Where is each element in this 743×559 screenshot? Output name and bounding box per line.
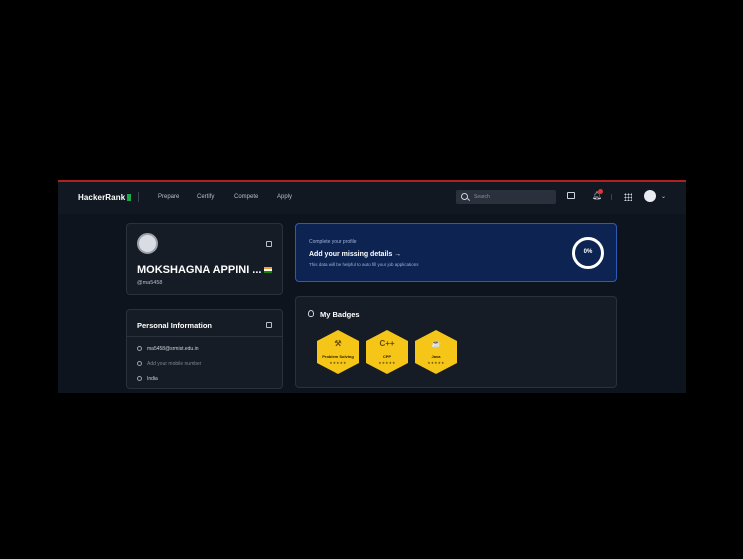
complete-profile-subtitle: This data will be helpful to auto fill y… <box>309 262 419 267</box>
email-icon <box>137 346 142 351</box>
cpp-icon: C++ <box>379 339 395 348</box>
profile-username: @ma5458 <box>137 280 163 286</box>
chevron-down-icon[interactable]: ⌄ <box>661 193 666 200</box>
profile-name: MOKSHAGNA APPINI ... <box>137 264 262 276</box>
divider <box>138 192 139 202</box>
location-icon <box>137 376 142 381</box>
badge-stars: ★★★★★ <box>378 361 396 365</box>
country-row: India <box>137 376 158 382</box>
java-icon: ☕ <box>431 339 441 348</box>
divider <box>611 194 612 200</box>
apps-grid-icon[interactable] <box>624 193 632 201</box>
badge-stars: ★★★★★ <box>329 361 347 365</box>
chat-icon[interactable] <box>567 192 575 199</box>
badges-card: My Badges ⚒ Problem Solving ★★★★★ C++ CP… <box>295 296 617 388</box>
profile-card: MOKSHAGNA APPINI ... @ma5458 <box>126 223 283 295</box>
personal-info-title: Personal Information <box>137 321 213 330</box>
edit-icon[interactable] <box>266 322 272 328</box>
search-input[interactable]: Search <box>456 190 556 204</box>
badge-name: Java <box>431 354 441 359</box>
badge-name: Problem Solving <box>322 354 354 359</box>
mobile-placeholder: Add your mobile number <box>147 361 202 367</box>
search-placeholder: Search <box>474 194 490 200</box>
add-missing-details-link[interactable]: Add your missing details → <box>309 251 401 258</box>
nav-apply[interactable]: Apply <box>277 194 292 200</box>
notification-badge <box>598 189 603 194</box>
complete-profile-eyebrow: Complete your profile <box>309 239 357 245</box>
top-nav-bar: HackerRank Prepare Certify Compete Apply… <box>58 182 686 214</box>
avatar[interactable] <box>137 233 158 254</box>
profile-progress-ring: 0% <box>572 237 604 269</box>
country-value: India <box>147 376 158 382</box>
nav-certify[interactable]: Certify <box>197 194 214 200</box>
phone-icon <box>137 361 142 366</box>
search-icon <box>461 193 468 200</box>
edit-icon[interactable] <box>266 241 272 247</box>
divider <box>127 336 282 337</box>
badge-java[interactable]: ☕ Java ★★★★★ <box>415 330 457 374</box>
complete-profile-card[interactable]: Complete your profile Add your missing d… <box>295 223 617 282</box>
badge-problem-solving[interactable]: ⚒ Problem Solving ★★★★★ <box>317 330 359 374</box>
badge-name: CPP <box>382 354 392 359</box>
user-avatar[interactable] <box>644 190 656 202</box>
badges-title: My Badges <box>320 310 360 319</box>
brand-label: HackerRank <box>78 193 126 202</box>
email-value: ma5458@srmist.edu.in <box>147 346 199 352</box>
brand-logo[interactable]: HackerRank <box>78 193 132 202</box>
badge-cpp[interactable]: C++ CPP ★★★★★ <box>366 330 408 374</box>
personal-info-card: Personal Information ma5458@srmist.edu.i… <box>126 309 283 389</box>
india-flag-icon <box>264 267 272 273</box>
email-row: ma5458@srmist.edu.in <box>137 346 199 352</box>
nav-prepare[interactable]: Prepare <box>158 194 179 200</box>
badge-stars: ★★★★★ <box>427 361 445 365</box>
problem-solving-icon: ⚒ <box>334 339 342 348</box>
mobile-row[interactable]: Add your mobile number <box>137 361 201 367</box>
progress-percent: 0% <box>583 249 593 255</box>
nav-compete[interactable]: Compete <box>234 194 258 200</box>
app-window: HackerRank Prepare Certify Compete Apply… <box>58 180 686 393</box>
medal-icon <box>308 310 314 317</box>
brand-mark <box>127 194 132 201</box>
